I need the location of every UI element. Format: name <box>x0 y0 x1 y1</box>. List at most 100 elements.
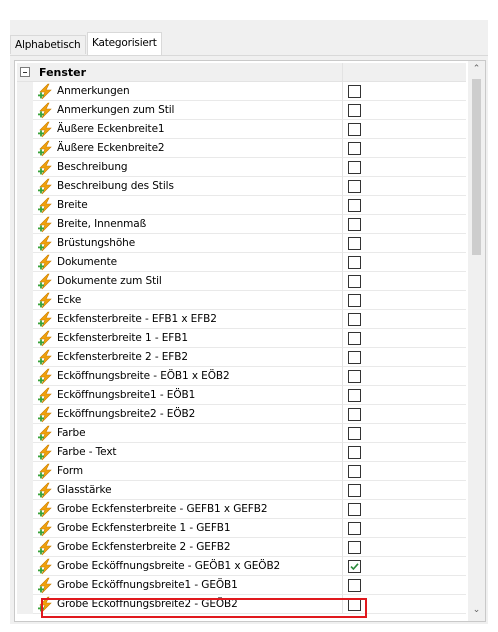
property-value-cell[interactable] <box>343 196 466 215</box>
property-name-cell[interactable]: Beschreibung des Stils <box>17 177 343 196</box>
property-row[interactable]: Dokumente <box>17 253 466 272</box>
property-value-cell[interactable] <box>343 329 466 348</box>
property-value-cell[interactable] <box>343 462 466 481</box>
property-value-cell[interactable] <box>343 82 466 101</box>
property-row[interactable]: Grobe Ecköffnungsbreite2 - GEÖB2 <box>17 595 466 614</box>
property-checkbox[interactable] <box>348 503 361 516</box>
property-name-cell[interactable]: Breite, Innenmaß <box>17 215 343 234</box>
property-checkbox[interactable] <box>348 256 361 269</box>
property-value-cell[interactable] <box>343 215 466 234</box>
property-checkbox[interactable] <box>348 351 361 364</box>
property-row[interactable]: Farbe <box>17 424 466 443</box>
property-name-cell[interactable]: Brüstungshöhe <box>17 234 343 253</box>
property-checkbox[interactable] <box>348 104 361 117</box>
property-row[interactable]: Breite, Innenmaß <box>17 215 466 234</box>
property-row[interactable]: Grobe Ecköffnungsbreite1 - GEÖB1 <box>17 576 466 595</box>
property-row[interactable]: Glasstärke <box>17 481 466 500</box>
scroll-thumb[interactable] <box>472 79 481 255</box>
property-name-cell[interactable]: Anmerkungen zum Stil <box>17 101 343 120</box>
property-checkbox[interactable] <box>348 218 361 231</box>
property-name-cell[interactable]: Glasstärke <box>17 481 343 500</box>
property-value-cell[interactable] <box>343 253 466 272</box>
property-row[interactable]: Ecke <box>17 291 466 310</box>
property-checkbox[interactable] <box>348 541 361 554</box>
property-row[interactable]: Farbe - Text <box>17 443 466 462</box>
property-value-cell[interactable] <box>343 348 466 367</box>
property-row[interactable]: Beschreibung des Stils <box>17 177 466 196</box>
property-checkbox[interactable] <box>348 237 361 250</box>
property-name-cell[interactable]: Breite <box>17 196 343 215</box>
property-checkbox[interactable] <box>348 560 361 573</box>
scroll-down-arrow-icon[interactable]: ⌄ <box>472 606 481 615</box>
property-row[interactable]: Eckfensterbreite - EFB1 x EFB2 <box>17 310 466 329</box>
property-value-cell[interactable] <box>343 500 466 519</box>
property-row[interactable]: Ecköffnungsbreite - EÖB1 x EÖB2 <box>17 367 466 386</box>
property-value-cell[interactable] <box>343 158 466 177</box>
property-name-cell[interactable]: Eckfensterbreite 2 - EFB2 <box>17 348 343 367</box>
property-name-cell[interactable]: Äußere Eckenbreite2 <box>17 139 343 158</box>
property-row[interactable]: Grobe Eckfensterbreite 1 - GEFB1 <box>17 519 466 538</box>
property-name-cell[interactable]: Ecköffnungsbreite1 - EÖB1 <box>17 386 343 405</box>
property-value-cell[interactable] <box>343 386 466 405</box>
property-checkbox[interactable] <box>348 142 361 155</box>
property-row[interactable]: Brüstungshöhe <box>17 234 466 253</box>
property-checkbox[interactable] <box>348 275 361 288</box>
property-checkbox[interactable] <box>348 446 361 459</box>
property-name-cell[interactable]: Farbe - Text <box>17 443 343 462</box>
property-value-cell[interactable] <box>343 538 466 557</box>
property-value-cell[interactable] <box>343 272 466 291</box>
property-name-cell[interactable]: Eckfensterbreite - EFB1 x EFB2 <box>17 310 343 329</box>
property-checkbox[interactable] <box>348 465 361 478</box>
property-value-cell[interactable] <box>343 424 466 443</box>
property-value-cell[interactable] <box>343 405 466 424</box>
property-row[interactable]: Anmerkungen zum Stil <box>17 101 466 120</box>
property-value-cell[interactable] <box>343 120 466 139</box>
property-checkbox[interactable] <box>348 123 361 136</box>
property-checkbox[interactable] <box>348 294 361 307</box>
property-row[interactable]: Ecköffnungsbreite1 - EÖB1 <box>17 386 466 405</box>
property-row[interactable]: Form <box>17 462 466 481</box>
property-checkbox[interactable] <box>348 199 361 212</box>
property-row[interactable]: Äußere Eckenbreite1 <box>17 120 466 139</box>
property-row[interactable]: Beschreibung <box>17 158 466 177</box>
collapse-minus-icon[interactable] <box>20 67 30 77</box>
property-name-cell[interactable]: Form <box>17 462 343 481</box>
property-row[interactable]: Breite <box>17 196 466 215</box>
property-checkbox[interactable] <box>348 579 361 592</box>
property-checkbox[interactable] <box>348 85 361 98</box>
property-name-cell[interactable]: Farbe <box>17 424 343 443</box>
property-value-cell[interactable] <box>343 557 466 576</box>
property-name-cell[interactable]: Dokumente zum Stil <box>17 272 343 291</box>
property-name-cell[interactable]: Äußere Eckenbreite1 <box>17 120 343 139</box>
property-name-cell[interactable]: Dokumente <box>17 253 343 272</box>
property-value-cell[interactable] <box>343 234 466 253</box>
vertical-scrollbar[interactable]: ⌃ ⌄ <box>468 61 485 621</box>
property-row[interactable]: Äußere Eckenbreite2 <box>17 139 466 158</box>
property-checkbox[interactable] <box>348 522 361 535</box>
property-name-cell[interactable]: Grobe Eckfensterbreite 1 - GEFB1 <box>17 519 343 538</box>
property-row[interactable]: Dokumente zum Stil <box>17 272 466 291</box>
property-name-cell[interactable]: Grobe Eckfensterbreite - GEFB1 x GEFB2 <box>17 500 343 519</box>
property-row[interactable]: Anmerkungen <box>17 82 466 101</box>
property-checkbox[interactable] <box>348 598 361 611</box>
property-value-cell[interactable] <box>343 367 466 386</box>
property-value-cell[interactable] <box>343 101 466 120</box>
scroll-up-arrow-icon[interactable]: ⌃ <box>472 65 481 74</box>
property-name-cell[interactable]: Ecköffnungsbreite2 - EÖB2 <box>17 405 343 424</box>
property-row[interactable]: Ecköffnungsbreite2 - EÖB2 <box>17 405 466 424</box>
property-value-cell[interactable] <box>343 481 466 500</box>
property-checkbox[interactable] <box>348 180 361 193</box>
property-row[interactable]: Grobe Eckfensterbreite 2 - GEFB2 <box>17 538 466 557</box>
property-checkbox[interactable] <box>348 161 361 174</box>
property-name-cell[interactable]: Anmerkungen <box>17 82 343 101</box>
category-row-fenster[interactable]: Fenster <box>17 63 466 82</box>
property-name-cell[interactable]: Ecköffnungsbreite - EÖB1 x EÖB2 <box>17 367 343 386</box>
property-row[interactable]: Grobe Ecköffnungsbreite - GEÖB1 x GEÖB2 <box>17 557 466 576</box>
property-checkbox[interactable] <box>348 370 361 383</box>
property-checkbox[interactable] <box>348 427 361 440</box>
property-value-cell[interactable] <box>343 443 466 462</box>
property-value-cell[interactable] <box>343 310 466 329</box>
property-name-cell[interactable]: Grobe Eckfensterbreite 2 - GEFB2 <box>17 538 343 557</box>
property-row[interactable]: Grobe Eckfensterbreite - GEFB1 x GEFB2 <box>17 500 466 519</box>
tab-alphabetisch[interactable]: Alphabetisch <box>10 35 86 54</box>
